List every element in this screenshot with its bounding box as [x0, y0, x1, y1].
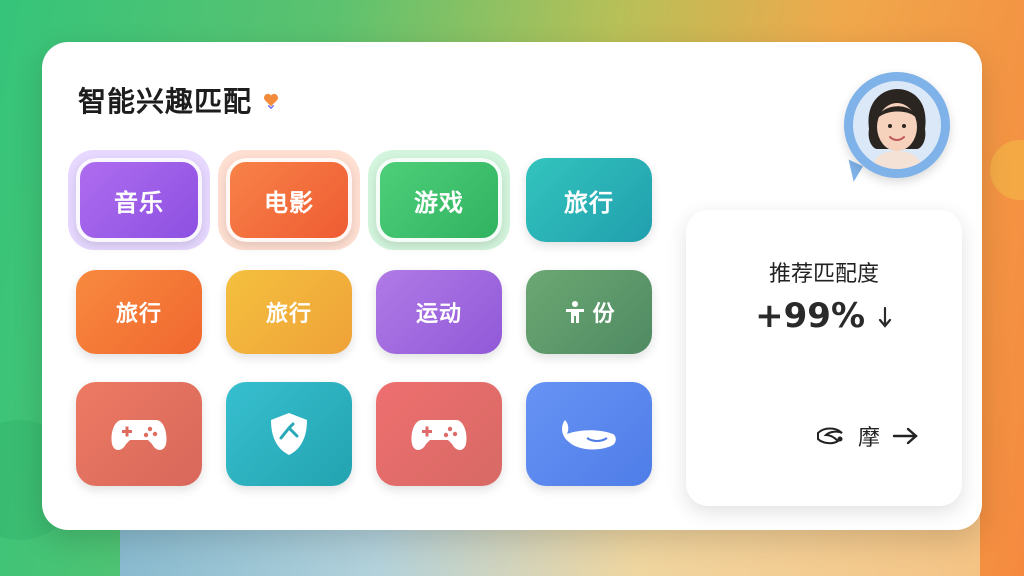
gamepad-icon [411, 420, 467, 450]
match-action-button[interactable]: 摩 [816, 420, 920, 452]
match-percent: +99% [755, 296, 866, 336]
down-arrow-icon [878, 306, 891, 328]
background-decoration [990, 140, 1024, 200]
page-title: 智能兴趣匹配 [78, 80, 280, 120]
match-score-panel: 推荐匹配度 +99% 摩 [686, 210, 962, 506]
tile-label: 音乐 [114, 188, 164, 217]
gamepad-icon [111, 420, 167, 450]
interest-tile-fitness[interactable]: 份 [526, 270, 652, 354]
tile-music-wrap: 音乐 [68, 150, 210, 250]
match-action-label: 摩 [858, 426, 881, 451]
avatar-portrait [853, 81, 941, 169]
fitness-icon [566, 301, 585, 323]
interest-tile-sports[interactable]: 运动 [376, 270, 502, 354]
tile-label: 份 [592, 302, 616, 327]
interest-tile-leaf[interactable] [226, 382, 352, 486]
whale-icon [562, 420, 616, 450]
tile-movie-wrap: 电影 [218, 150, 360, 250]
handshake-icon [817, 427, 843, 445]
match-label: 推荐匹配度 [768, 262, 879, 287]
interest-match-card: 智能兴趣匹配 音乐 电影 游戏 旅行 旅行 旅行 运动 份 推荐匹配度 +99%… [42, 42, 982, 530]
interest-tile-movie[interactable]: 电影 [226, 158, 352, 242]
title-text: 智能兴趣匹配 [78, 85, 253, 118]
heart-icon [263, 93, 279, 109]
tile-label: 旅行 [265, 302, 312, 327]
arrow-right-icon [892, 427, 918, 445]
interest-tile-travel-3[interactable]: 旅行 [226, 270, 352, 354]
interest-tile-travel-2[interactable]: 旅行 [76, 270, 202, 354]
interest-tile-game[interactable]: 游戏 [376, 158, 502, 242]
interest-tile-travel[interactable]: 旅行 [526, 158, 652, 242]
interest-tile-gamepad[interactable] [76, 382, 202, 486]
interest-grid: 音乐 电影 游戏 旅行 旅行 旅行 运动 份 [68, 150, 652, 486]
tile-label: 旅行 [115, 302, 162, 327]
tile-label: 旅行 [564, 188, 614, 217]
tile-game-wrap: 游戏 [368, 150, 510, 250]
match-value: +99% [686, 296, 962, 336]
interest-tile-music[interactable]: 音乐 [76, 158, 202, 242]
tile-label: 运动 [415, 302, 462, 327]
interest-tile-gamepad-2[interactable] [376, 382, 502, 486]
interest-tile-whale[interactable] [526, 382, 652, 486]
tile-label: 电影 [264, 188, 314, 217]
avatar[interactable] [844, 72, 950, 178]
leaf-badge-icon [271, 413, 307, 455]
tile-label: 游戏 [414, 188, 464, 217]
